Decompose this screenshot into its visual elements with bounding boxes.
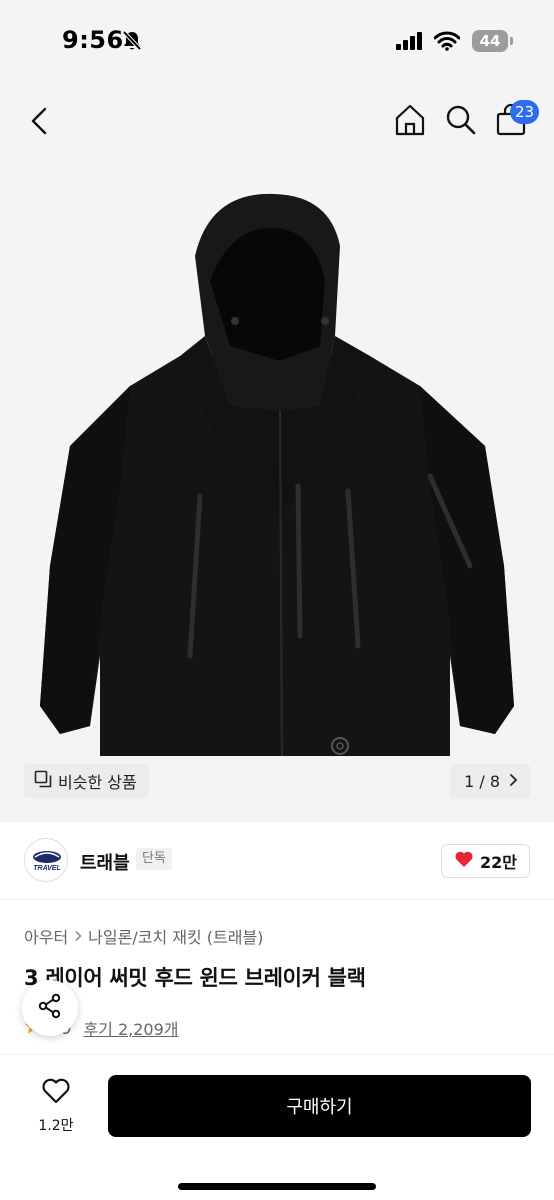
signal-icon [396,32,424,54]
battery-icon: 44 [472,30,508,52]
wishlist-count: 1.2만 [38,1118,74,1134]
share-icon [36,992,64,1024]
breadcrumb: 아우터 나일론/코치 재킷 (트래블) [24,924,263,948]
image-counter[interactable]: 1 / 8 [450,764,530,798]
breadcrumb-category[interactable]: 아우터 [24,924,68,948]
status-bar: 9:56 44 [0,0,554,84]
reviews-link[interactable]: 후기 2,209개 [83,1016,178,1040]
brand-row[interactable]: TRAVEL 트래블 단독 22만 [0,822,554,900]
buy-button[interactable]: 구매하기 [108,1075,531,1137]
heart-filled-icon [454,850,474,872]
home-icon[interactable] [392,102,428,142]
similar-products-label: 비슷한 상품 [58,773,137,792]
brand-like-button[interactable]: 22만 [441,844,530,878]
brand-exclusive-tag: 단독 [136,848,172,870]
image-counter-text: 1 / 8 [464,771,500,791]
product-title: 3 레이어 써밋 후드 윈드 브레이커 블랙 [24,966,366,990]
back-icon[interactable] [24,104,54,142]
status-time: 9:56 [62,26,124,54]
chevron-right-icon [508,772,518,791]
chevron-right-icon [74,927,82,946]
battery-nub [510,37,513,45]
share-button[interactable] [22,980,78,1036]
product-image [40,193,514,756]
product-gallery[interactable]: 23 비슷한 상품 1 / 8 [0,84,554,822]
home-indicator[interactable] [178,1183,376,1190]
brand-logo[interactable]: TRAVEL [24,838,68,882]
brand-like-count: 22만 [480,853,517,872]
wishlist-button[interactable]: 1.2만 [26,1077,86,1157]
wifi-icon [433,31,461,55]
brand-name[interactable]: 트래블 [80,849,130,875]
bell-slash-icon [122,30,142,56]
heart-outline-icon [41,1077,71,1109]
similar-products-button[interactable]: 비슷한 상품 [24,764,149,798]
search-icon[interactable] [444,102,478,142]
copy-icon [34,770,52,792]
breadcrumb-subcategory[interactable]: 나일론/코치 재킷 (트래블) [88,924,263,948]
brand-logo-text: TRAVEL [33,865,60,872]
cart-count-badge: 23 [510,100,540,124]
bottom-action-bar: 1.2만 구매하기 [0,1054,554,1200]
